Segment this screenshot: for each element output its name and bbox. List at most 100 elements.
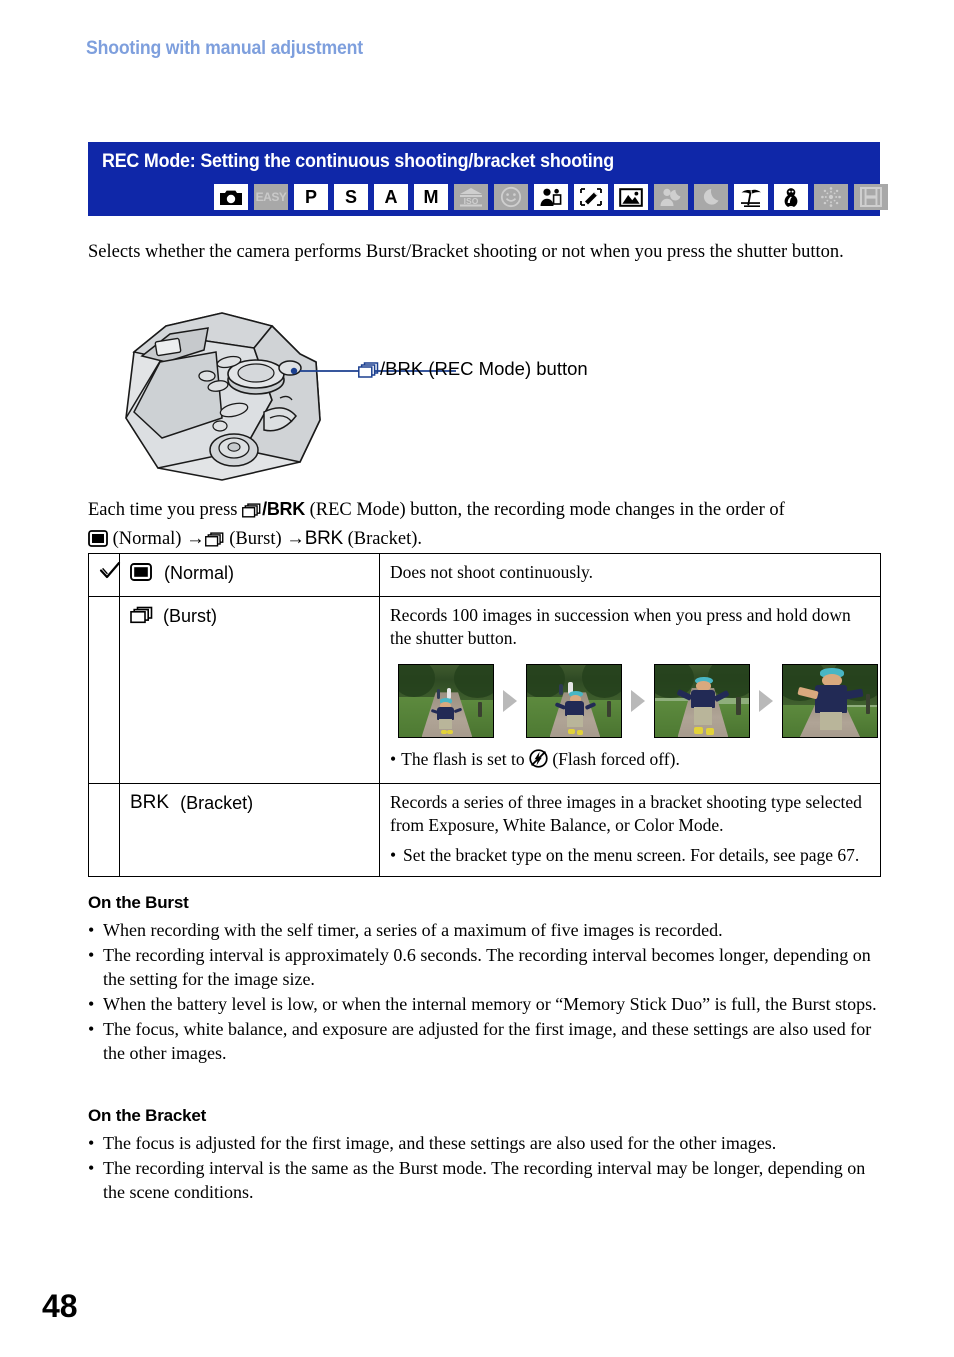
desc-cell-burst: Records 100 images in succession when yo… [379, 596, 881, 784]
table-row: (Burst) Records 100 images in succession… [88, 596, 881, 784]
burst-photo-4 [782, 664, 878, 738]
program-auto-icon: P [294, 184, 328, 210]
note-after: (Flash forced off). [547, 749, 680, 769]
bracket-text-icon: BRK [130, 792, 170, 813]
burst-stack-icon [358, 361, 380, 383]
burst-stack-icon [204, 530, 225, 555]
bullet-glyph: • [390, 845, 397, 865]
high-sensitivity-iso-icon: ISO [454, 184, 488, 210]
list-item-text: The recording interval is the same as th… [103, 1158, 866, 1202]
order-arrow-1: → [186, 529, 205, 549]
manual-exposure-icon: M [414, 184, 448, 210]
bullet-glyph: • [390, 749, 397, 769]
bullet-glyph: • [88, 1019, 95, 1039]
bullet-glyph: • [88, 920, 95, 940]
sequence-arrow-icon [759, 690, 773, 712]
list-item-text: The recording interval is approximately … [103, 945, 871, 989]
twilight-portrait-icon [654, 184, 688, 210]
bullet-glyph: • [88, 945, 95, 965]
section-header-box: REC Mode: Setting the continuous shootin… [88, 142, 888, 216]
section-title: REC Mode: Setting the continuous shootin… [102, 151, 614, 172]
flash-off-icon [529, 749, 548, 774]
auto-adjustment-icon [214, 184, 248, 210]
table-row: BRK (Bracket) Records a series of three … [88, 783, 881, 877]
intro-paragraph: Selects whether the camera performs Burs… [88, 242, 844, 262]
order-line1-c: (REC Mode) button, the recording mode ch… [304, 500, 785, 520]
normal-square-icon [88, 530, 108, 555]
rec-mode-button-callout: /BRK (REC Mode) button [358, 358, 588, 383]
burst-stack-icon [242, 501, 262, 526]
shutter-priority-icon: S [334, 184, 368, 210]
mode-cell-bracket: BRK (Bracket) [119, 783, 380, 877]
mode-cell-burst: (Burst) [119, 596, 380, 784]
burst-stack-icon [130, 606, 154, 630]
callout-text: /BRK (REC Mode) button [380, 358, 588, 379]
sequence-arrow-icon [631, 690, 645, 712]
list-item-text: The focus is adjusted for the first imag… [103, 1133, 777, 1153]
sequence-arrow-icon [503, 690, 517, 712]
list-item: • The recording interval is the same as t… [88, 1156, 888, 1204]
list-item: • When recording with the self timer, a s… [88, 918, 888, 942]
bracket-description: Records a series of three images in a br… [390, 792, 862, 835]
desc-cell-normal: Does not shoot continuously. [379, 553, 881, 597]
note-before: The flash is set to [401, 749, 529, 769]
bracket-label: BRK [304, 528, 343, 549]
mode-cell-normal: (Normal) [119, 553, 380, 597]
burst-photo-2 [526, 664, 622, 738]
bullet-glyph: • [88, 1158, 95, 1178]
bracket-note: • Set the bracket type on the menu scree… [390, 844, 870, 867]
beach-icon [734, 184, 768, 210]
table-row: (Normal) Does not shoot continuously. [88, 553, 881, 597]
landscape-icon [614, 184, 648, 210]
bracket-bullet-list: • The focus is adjusted for the first ima… [88, 1131, 888, 1205]
order-line2-d: (Bracket). [342, 529, 423, 549]
movie-mode-icon [854, 184, 888, 210]
burst-section-heading: On the Burst [88, 893, 189, 912]
aperture-priority-icon: A [374, 184, 408, 210]
bracket-note-text: Set the bracket type on the menu screen.… [403, 845, 860, 865]
list-item: • The focus, white balance, and exposure … [88, 1017, 888, 1065]
mode-label-burst: (Burst) [163, 605, 218, 626]
order-arrow-2: → [286, 529, 305, 549]
burst-flash-note: • The flash is set to (Flash forced off). [390, 748, 870, 774]
list-item: • The recording interval is approximately… [88, 943, 888, 991]
high-speed-shutter-icon [574, 184, 608, 210]
order-line2-a: (Normal) [108, 529, 187, 549]
checkmark-icon [99, 561, 121, 579]
list-item: • When the battery level is low, or when … [88, 992, 888, 1016]
desc-cell-bracket: Records a series of three images in a br… [379, 783, 881, 877]
list-item-text: The focus, white balance, and exposure a… [103, 1019, 872, 1063]
running-head: Shooting with manual adjustment [86, 38, 363, 59]
default-check-cell [88, 553, 121, 597]
soft-snap-icon [534, 184, 568, 210]
rec-mode-table: (Normal) Does not shoot continuously. (B… [88, 553, 881, 877]
fireworks-icon [814, 184, 848, 210]
default-check-cell [88, 783, 120, 877]
burst-photo-sequence [398, 664, 878, 738]
bracket-section-heading: On the Bracket [88, 1106, 207, 1125]
smile-shutter-icon [494, 184, 528, 210]
mode-order-paragraph: Each time you press /BRK (REC Mode) butt… [88, 497, 888, 555]
order-line1-a: Each time you press [88, 500, 243, 520]
burst-description: Records 100 images in succession when yo… [390, 605, 851, 648]
list-item-text: When the battery level is low, or when t… [103, 994, 877, 1014]
burst-photo-1 [398, 664, 494, 738]
order-line2-b: (Burst) [224, 529, 287, 549]
brk-label: /BRK [262, 499, 305, 519]
list-item-text: When recording with the self timer, a se… [103, 920, 723, 940]
page-number: 48 [42, 1288, 78, 1324]
burst-bullet-list: • When recording with the self timer, a s… [88, 918, 888, 1066]
svg-text:ISO: ISO [464, 196, 479, 206]
list-item: • The focus is adjusted for the first ima… [88, 1131, 888, 1155]
snow-icon [774, 184, 808, 210]
mode-label-bracket: (Bracket) [180, 792, 254, 813]
normal-square-icon [130, 563, 152, 587]
mode-icon-row: EASY P S A M ISO [214, 184, 888, 210]
twilight-icon [694, 184, 728, 210]
easy-shooting-icon: EASY [254, 184, 288, 210]
default-check-cell [88, 596, 120, 784]
camera-illustration [104, 300, 624, 492]
mode-label-normal: (Normal) [164, 562, 235, 583]
burst-photo-3 [654, 664, 750, 738]
bullet-glyph: • [88, 1133, 95, 1153]
